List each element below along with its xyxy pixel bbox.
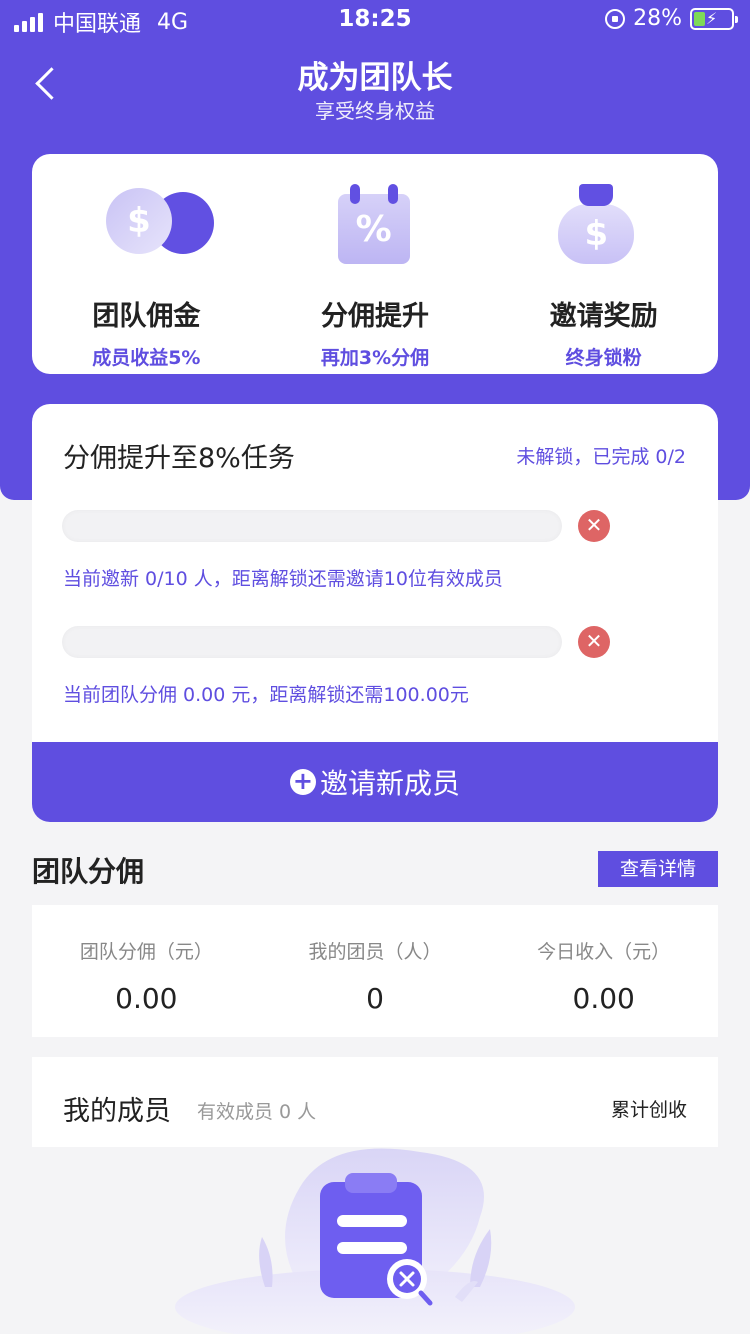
benefit-commission-boost: % 分佣提升 再加3%分佣 — [261, 154, 490, 374]
percent-calendar-icon: % — [261, 184, 490, 280]
invite-button-label: 邀请新成员 — [319, 767, 460, 800]
benefits-card: $ 团队佣金 成员收益5% % 分佣提升 再加3%分佣 $ 邀请奖励 终身锁粉 — [32, 154, 718, 374]
page-subtitle: 享受终身权益 — [315, 99, 435, 123]
task-status: 未解锁，已完成 0/2 — [516, 446, 686, 468]
benefit-title: 邀请奖励 — [549, 301, 658, 332]
members-count: 有效成员 0 人 — [197, 1101, 317, 1123]
total-revenue-sort[interactable]: 累计创收 — [611, 1095, 687, 1122]
status-bar: 中国联通 4G 18:25 28% ⚡ — [0, 0, 750, 40]
invite-member-button[interactable]: + 邀请新成员 — [32, 742, 718, 822]
stat-team-commission: 团队分佣（元） 0.00 — [32, 905, 261, 1037]
stat-value: 0.00 — [115, 982, 178, 1015]
stat-today-income: 今日收入（元） 0.00 — [489, 905, 718, 1037]
coin-icon: $ — [32, 184, 261, 280]
incomplete-icon: ✕ — [578, 626, 610, 658]
benefit-subtitle: 终身锁粉 — [565, 347, 642, 369]
task-title: 分佣提升至8%任务 — [63, 443, 295, 474]
benefit-invite-reward: $ 邀请奖励 终身锁粉 — [489, 154, 718, 374]
benefit-title: 团队佣金 — [92, 301, 201, 332]
stat-label: 我的团员（人） — [308, 941, 442, 963]
benefit-team-commission: $ 团队佣金 成员收益5% — [32, 154, 261, 374]
members-title: 我的成员 — [63, 1096, 171, 1127]
invite-progress-text: 当前邀新 0/10 人，距离解锁还需邀请10位有效成员 — [63, 568, 503, 590]
money-bag-icon: $ — [489, 184, 718, 280]
commission-progress-text: 当前团队分佣 0.00 元，距离解锁还需100.00元 — [63, 684, 469, 706]
stat-label: 今日收入（元） — [537, 941, 671, 963]
empty-state-illustration — [0, 1147, 750, 1334]
stat-value: 0 — [366, 982, 384, 1015]
invite-progress-bar — [62, 510, 562, 542]
battery-percent: 28% — [633, 6, 682, 31]
benefit-subtitle: 成员收益5% — [92, 347, 201, 369]
stats-panel: 团队分佣（元） 0.00 我的团员（人） 0 今日收入（元） 0.00 — [32, 905, 718, 1037]
rotation-lock-icon — [605, 8, 626, 29]
benefit-title: 分佣提升 — [321, 301, 429, 332]
incomplete-icon: ✕ — [578, 510, 610, 542]
stat-value: 0.00 — [572, 982, 635, 1015]
page-title: 成为团队长 — [297, 60, 453, 96]
view-details-button[interactable]: 查看详情 — [598, 851, 718, 887]
stat-label: 团队分佣（元） — [79, 941, 213, 963]
commission-progress-bar — [62, 626, 562, 658]
plus-icon: + — [289, 769, 316, 795]
task-card: 分佣提升至8%任务 未解锁，已完成 0/2 ✕ 当前邀新 0/10 人，距离解锁… — [32, 404, 718, 822]
benefit-subtitle: 再加3%分佣 — [320, 347, 430, 369]
members-header: 我的成员 有效成员 0 人 累计创收 — [32, 1057, 718, 1147]
stat-my-members: 我的团员（人） 0 — [261, 905, 490, 1037]
team-commission-title: 团队分佣 — [32, 855, 145, 888]
battery-icon: ⚡ — [690, 7, 738, 30]
